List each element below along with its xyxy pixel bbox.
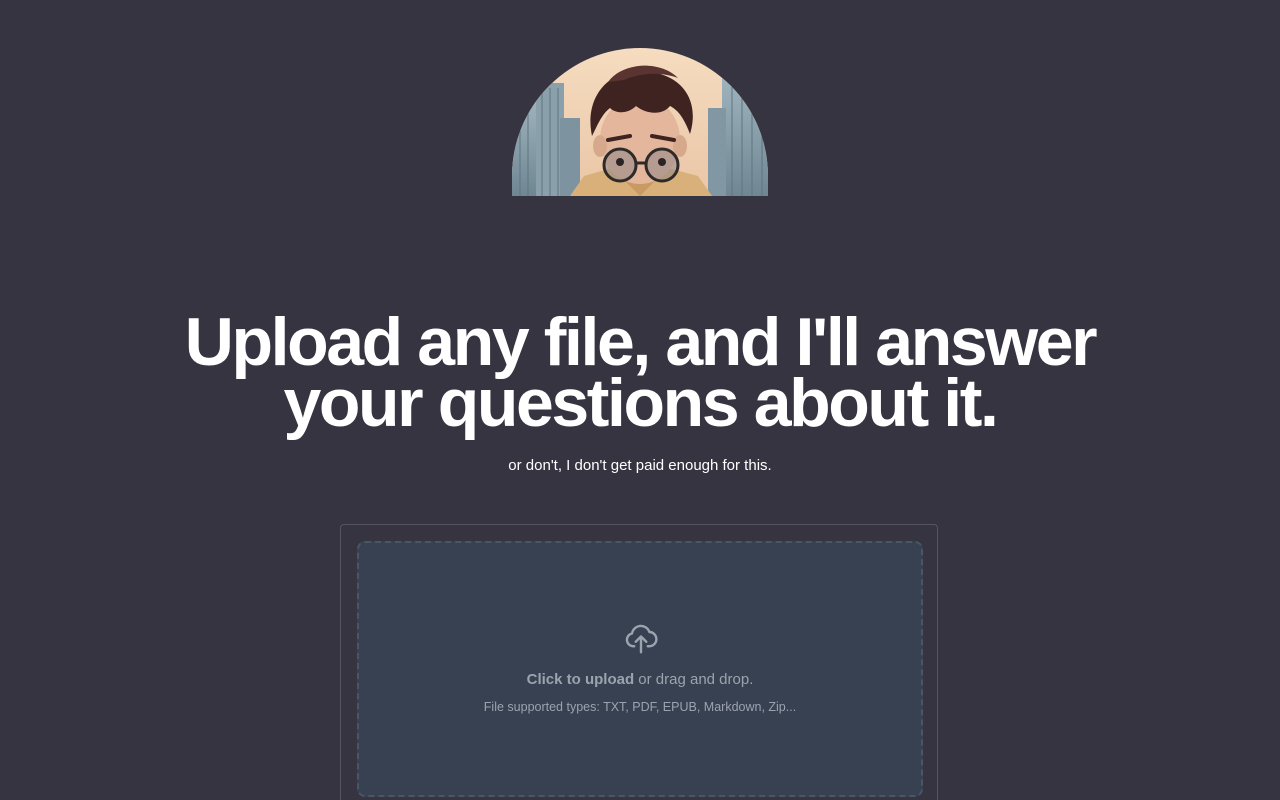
click-to-upload-link[interactable]: Click to upload <box>527 671 635 688</box>
hero-title: Upload any file, and I'll answer your qu… <box>184 304 1098 441</box>
file-dropzone[interactable]: Click to upload or drag and drop. File s… <box>357 541 923 797</box>
avatar <box>512 48 768 196</box>
page: Upload any file, and I'll answer your qu… <box>0 0 1280 800</box>
upload-instructions: Click to upload or drag and drop. <box>359 671 921 689</box>
supported-file-types: File supported types: TXT, PDF, EPUB, Ma… <box>483 700 797 714</box>
avatar-illustration <box>512 48 768 196</box>
drag-and-drop-text: or drag and drop. <box>634 671 754 688</box>
cloud-upload-icon <box>625 624 658 654</box>
hero-subtitle: or don't, I don't get paid enough for th… <box>508 457 772 474</box>
